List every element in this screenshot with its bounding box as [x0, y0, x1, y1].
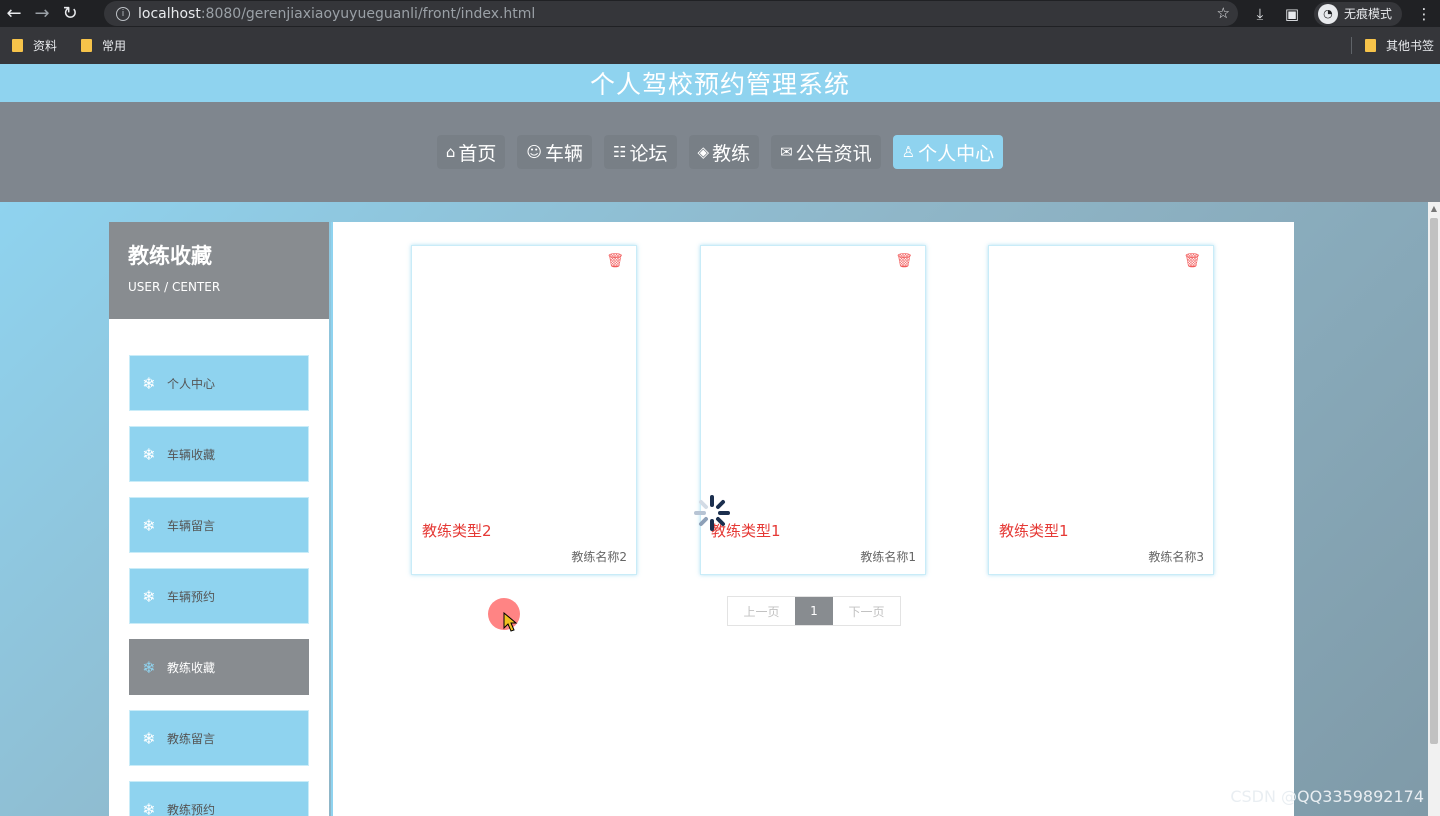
nav-label: 首页 [458, 142, 497, 165]
bookmark-label: 常用 [102, 39, 127, 53]
folder-icon [12, 39, 23, 52]
incognito-icon: ◔ [1317, 3, 1338, 24]
url-host: localhost [138, 5, 201, 22]
bookmarks-bar: 资料 常用 其他书签 [0, 27, 1440, 64]
nav-user-center[interactable]: ♙ 个人中心 [892, 135, 1004, 169]
back-icon[interactable]: ← [0, 0, 28, 27]
coach-name: 教练名称1 [860, 550, 916, 564]
sidebar-item-label: 车辆留言 [167, 518, 216, 533]
sidebar-item-label: 教练预约 [167, 802, 216, 816]
side-panel-icon[interactable]: ▣ [1276, 5, 1308, 23]
sidebar-title: 教练收藏 [128, 244, 212, 268]
bookmark-label: 资料 [33, 39, 58, 53]
nav-forum[interactable]: ☷ 论坛 [604, 135, 677, 169]
pagination: 上一页 1 下一页 [727, 596, 901, 626]
coach-type: 教练类型1 [999, 522, 1069, 540]
sidebar-item-label: 教练收藏 [167, 660, 216, 675]
browser-toolbar: ← → ↻ i localhost:8080/gerenjiaxiaoyuyue… [0, 0, 1440, 27]
loading-spinner-icon [694, 495, 730, 531]
scroll-up-arrow[interactable]: ▲ [1430, 204, 1438, 214]
snowflake-icon: ❄ [142, 728, 156, 748]
forward-icon[interactable]: → [28, 0, 56, 27]
nav-announcements[interactable]: ✉ 公告资讯 [771, 135, 881, 169]
trash-icon[interactable]: 🗑 [895, 253, 913, 269]
coach-card[interactable]: 🗑 教练类型1 教练名称1 [700, 245, 926, 575]
nav-label: 车辆 [545, 142, 584, 165]
coach-card[interactable]: 🗑 教练类型1 教练名称3 [988, 245, 1214, 575]
current-page-button[interactable]: 1 [795, 597, 833, 625]
sidebar-item-user-center[interactable]: ❄ 个人中心 [129, 355, 309, 411]
sidebar-item-label: 车辆预约 [167, 589, 216, 604]
nav-label: 公告资讯 [795, 142, 872, 165]
coach-type: 教练类型2 [422, 522, 492, 540]
sidebar-item-coach-booking[interactable]: ❄ 教练预约 [129, 781, 309, 816]
nav-vehicles[interactable]: ☺ 车辆 [517, 135, 593, 169]
sidebar-item-coach-favorites[interactable]: ❄ 教练收藏 [129, 639, 309, 695]
snowflake-icon: ❄ [142, 373, 156, 393]
sidebar-item-vehicle-messages[interactable]: ❄ 车辆留言 [129, 497, 309, 553]
site-header: 个人驾校预约管理系统 [0, 64, 1440, 102]
sidebar-item-coach-messages[interactable]: ❄ 教练留言 [129, 710, 309, 766]
site-title: 个人驾校预约管理系统 [589, 70, 850, 99]
other-bookmarks[interactable]: 其他书签 [1364, 27, 1434, 64]
sidebar-menu: ❄ 个人中心 ❄ 车辆收藏 ❄ 车辆留言 ❄ 车辆预约 ❄ 教练收藏 ❄ 教练留… [109, 319, 329, 816]
incognito-badge[interactable]: ◔ 无痕模式 [1313, 1, 1402, 26]
watermark: CSDN @QQ3359892174 [1230, 787, 1424, 806]
snowflake-icon: ❄ [142, 515, 156, 535]
reload-icon[interactable]: ↻ [56, 0, 84, 27]
favorites-content: 🗑 教练类型2 教练名称2 🗑 教练类型1 教练名称1 🗑 教练类型1 教练名称… [331, 222, 1294, 816]
mail-icon: ✉ [780, 143, 793, 161]
user-sidebar: 教练收藏 USER / CENTER ❄ 个人中心 ❄ 车辆收藏 ❄ 车辆留言 … [109, 222, 329, 816]
trash-icon[interactable]: 🗑 [606, 253, 624, 269]
forum-icon: ☷ [613, 143, 627, 161]
nav-label: 个人中心 [918, 142, 995, 165]
snowflake-icon: ❄ [142, 586, 156, 606]
nav-coaches[interactable]: ◈ 教练 [688, 135, 760, 169]
mouse-cursor-icon [503, 612, 518, 632]
sidebar-item-vehicle-favorites[interactable]: ❄ 车辆收藏 [129, 426, 309, 482]
folder-icon [1364, 39, 1376, 52]
sidebar-item-vehicle-booking[interactable]: ❄ 车辆预约 [129, 568, 309, 624]
bookmark-star-icon[interactable]: ☆ [1217, 4, 1230, 22]
scroll-thumb[interactable] [1430, 218, 1438, 744]
bookmark-folder[interactable]: 资料 [12, 37, 57, 54]
download-icon[interactable]: ⤓ [1244, 5, 1276, 23]
sidebar-item-label: 个人中心 [167, 376, 216, 391]
sidebar-item-label: 车辆收藏 [167, 447, 216, 462]
menu-dots-icon[interactable]: ⋮ [1408, 5, 1440, 23]
coach-name: 教练名称3 [1148, 550, 1204, 564]
incognito-label: 无痕模式 [1343, 7, 1392, 21]
snowflake-icon: ❄ [142, 799, 156, 816]
snowflake-icon: ❄ [142, 444, 156, 464]
user-icon: ♙ [901, 143, 916, 161]
prev-page-button[interactable]: 上一页 [728, 597, 795, 625]
sidebar-subtitle: USER / CENTER [128, 280, 221, 294]
bookmark-divider [1351, 37, 1352, 54]
folder-icon [81, 39, 93, 52]
layers-icon: ◈ [697, 143, 710, 161]
sidebar-header: 教练收藏 USER / CENTER [109, 222, 329, 319]
coach-name: 教练名称2 [571, 550, 627, 564]
address-bar[interactable]: i localhost:8080/gerenjiaxiaoyuyueguanli… [104, 1, 1238, 26]
home-icon: ⌂ [445, 143, 456, 161]
car-icon: ☺ [526, 143, 543, 161]
bookmark-folder[interactable]: 常用 [81, 37, 126, 54]
site-info-icon[interactable]: i [116, 6, 130, 21]
coach-card[interactable]: 🗑 教练类型2 教练名称2 [411, 245, 637, 575]
nav-label: 教练 [712, 142, 751, 165]
nav-home[interactable]: ⌂ 首页 [436, 135, 506, 169]
sidebar-item-label: 教练留言 [167, 731, 216, 746]
other-bookmarks-label: 其他书签 [1385, 39, 1434, 53]
trash-icon[interactable]: 🗑 [1183, 253, 1201, 269]
next-page-button[interactable]: 下一页 [833, 597, 900, 625]
url-path: :8080/gerenjiaxiaoyuyueguanli/front/inde… [200, 5, 536, 22]
main-nav: ⌂ 首页 ☺ 车辆 ☷ 论坛 ◈ 教练 ✉ 公告资讯 ♙ 个人中心 [0, 102, 1440, 202]
snowflake-icon: ❄ [142, 657, 156, 677]
nav-label: 论坛 [629, 142, 668, 165]
